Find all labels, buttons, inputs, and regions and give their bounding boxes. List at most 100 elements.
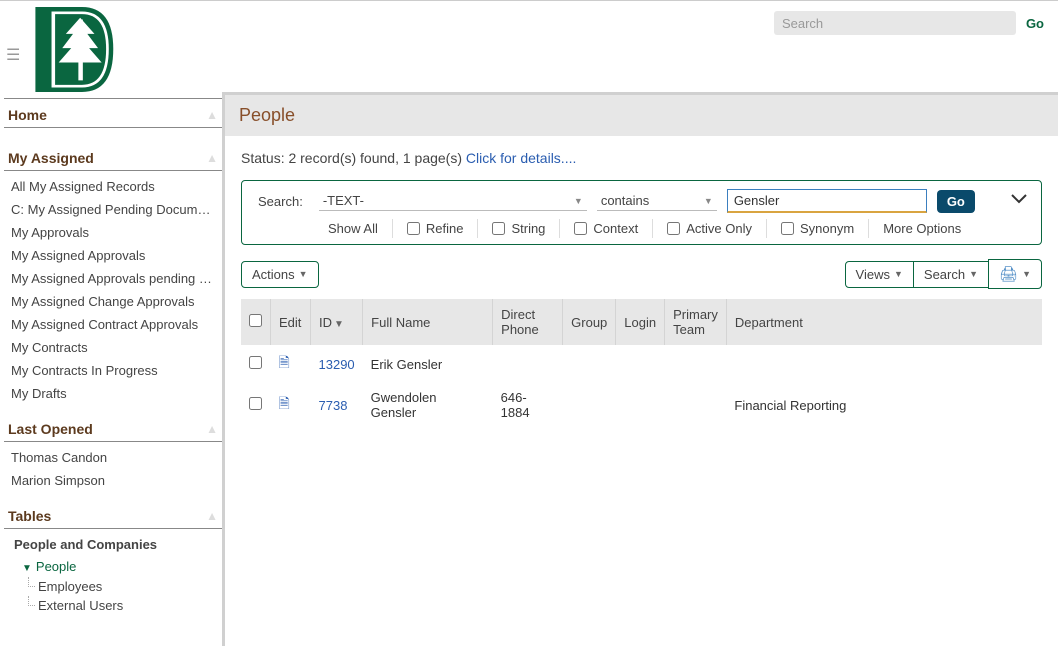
tree-leaf-employees[interactable]: Employees: [4, 577, 222, 596]
th-id[interactable]: ID▼: [311, 299, 363, 345]
synonym-option[interactable]: Synonym: [767, 219, 869, 238]
cell-primary-team: [665, 345, 727, 383]
caret-down-icon: ▼: [894, 269, 903, 279]
toolbar: Actions▼ Views▼ Search▼ 🖨▼: [241, 259, 1042, 289]
th-primary-team[interactable]: Primary Team: [665, 299, 727, 345]
main-area: People Status: 2 record(s) found, 1 page…: [222, 92, 1058, 646]
opt-label: String: [511, 221, 545, 236]
opt-label: Show All: [328, 221, 378, 236]
sidebar-items-last-opened: Thomas Candon Marion Simpson: [4, 442, 222, 500]
cell-direct-phone: 646-1884: [493, 383, 563, 427]
btn-label: Search: [924, 267, 965, 282]
refine-checkbox[interactable]: [407, 222, 420, 235]
chevron-up-icon: ▲: [206, 509, 218, 523]
chevron-up-icon: ▲: [206, 108, 218, 122]
logo: [28, 7, 118, 92]
edit-icon[interactable]: 🗎: [279, 354, 290, 370]
search-operator-select[interactable]: contains ▼: [597, 191, 717, 211]
active-only-option[interactable]: Active Only: [653, 219, 767, 238]
opt-label: Synonym: [800, 221, 854, 236]
sidebar-header-tables[interactable]: Tables ▲: [4, 500, 222, 529]
context-checkbox[interactable]: [574, 222, 587, 235]
search-dropdown-button[interactable]: Search ▼: [913, 261, 989, 288]
refine-option[interactable]: Refine: [393, 219, 479, 238]
th-login[interactable]: Login: [616, 299, 665, 345]
sidebar-item[interactable]: My Contracts: [4, 336, 222, 359]
print-button[interactable]: 🖨▼: [988, 259, 1042, 289]
sidebar-item[interactable]: Marion Simpson: [4, 469, 222, 492]
page-title: People: [225, 95, 1058, 136]
select-all-checkbox[interactable]: [249, 314, 262, 327]
string-checkbox[interactable]: [492, 222, 505, 235]
table-row: 🗎 13290 Erik Gensler: [241, 345, 1042, 383]
cell-department: [726, 345, 1042, 383]
sidebar-item[interactable]: My Approvals: [4, 221, 222, 244]
th-department[interactable]: Department: [726, 299, 1042, 345]
chevron-up-icon: ▲: [206, 422, 218, 436]
synonym-checkbox[interactable]: [781, 222, 794, 235]
tree-node-people[interactable]: ▼People: [4, 556, 222, 577]
show-all-link[interactable]: Show All: [314, 219, 393, 238]
search-field-select[interactable]: -TEXT- ▼: [319, 191, 587, 211]
sidebar: Home ▲ My Assigned ▲ All My Assigned Rec…: [0, 92, 222, 646]
search-value-input[interactable]: [727, 189, 927, 213]
th-edit[interactable]: Edit: [271, 299, 311, 345]
sidebar-tree: People and Companies ▼People Employees E…: [4, 529, 222, 623]
edit-icon[interactable]: 🗎: [279, 395, 290, 411]
views-button[interactable]: Views▼: [845, 261, 914, 288]
sidebar-header-home[interactable]: Home ▲: [4, 98, 222, 128]
global-search-input[interactable]: [774, 11, 1016, 35]
th-direct-phone[interactable]: Direct Phone: [493, 299, 563, 345]
hamburger-icon[interactable]: ☰: [6, 45, 20, 65]
sidebar-item[interactable]: My Assigned Approvals pending 3...: [4, 267, 222, 290]
tree-leaf-external-users[interactable]: External Users: [4, 596, 222, 615]
sidebar-item[interactable]: Thomas Candon: [4, 446, 222, 469]
toolbar-right: Views▼ Search▼ 🖨▼: [846, 259, 1042, 289]
th-group[interactable]: Group: [563, 299, 616, 345]
sidebar-items-my-assigned: All My Assigned Records C: My Assigned P…: [4, 171, 222, 413]
sidebar-item[interactable]: My Drafts: [4, 382, 222, 405]
id-link[interactable]: 7738: [319, 398, 348, 413]
results-table: Edit ID▼ Full Name Direct Phone Group Lo…: [241, 299, 1042, 427]
th-full-name[interactable]: Full Name: [363, 299, 493, 345]
caret-down-icon: ▼: [704, 196, 713, 206]
search-panel: Search: -TEXT- ▼ contains ▼ Go Show All …: [241, 180, 1042, 245]
sidebar-header-last-opened[interactable]: Last Opened ▲: [4, 413, 222, 442]
status-line: Status: 2 record(s) found, 1 page(s) Cli…: [241, 150, 1042, 166]
sidebar-header-my-assigned[interactable]: My Assigned ▲: [4, 142, 222, 171]
context-option[interactable]: Context: [560, 219, 653, 238]
more-options-link[interactable]: More Options: [869, 219, 975, 238]
sidebar-item[interactable]: My Assigned Approvals: [4, 244, 222, 267]
active-only-checkbox[interactable]: [667, 222, 680, 235]
search-go-button[interactable]: Go: [937, 190, 975, 213]
caret-down-icon: ▼: [969, 269, 978, 279]
th-select-all[interactable]: [241, 299, 271, 345]
sidebar-item[interactable]: My Assigned Contract Approvals: [4, 313, 222, 336]
global-search-go[interactable]: Go: [1026, 16, 1044, 31]
print-icon: 🖨: [999, 265, 1018, 283]
sidebar-title: Home: [8, 107, 47, 123]
table-header-row: Edit ID▼ Full Name Direct Phone Group Lo…: [241, 299, 1042, 345]
sidebar-item[interactable]: My Contracts In Progress: [4, 359, 222, 382]
actions-button[interactable]: Actions▼: [241, 261, 319, 288]
cell-full-name: Erik Gensler: [363, 345, 493, 383]
chevron-up-icon: ▲: [206, 151, 218, 165]
tree-root[interactable]: People and Companies: [4, 533, 222, 556]
status-text: Status: 2 record(s) found, 1 page(s): [241, 150, 466, 166]
top-bar: ☰ Go: [0, 0, 1058, 92]
opt-label: Active Only: [686, 221, 752, 236]
cell-group: [563, 345, 616, 383]
sidebar-item[interactable]: All My Assigned Records: [4, 175, 222, 198]
id-link[interactable]: 13290: [319, 357, 355, 372]
string-option[interactable]: String: [478, 219, 560, 238]
row-checkbox[interactable]: [249, 397, 262, 410]
caret-down-icon: ▼: [22, 563, 32, 574]
cell-group: [563, 383, 616, 427]
search-operator-value: contains: [601, 193, 649, 208]
sidebar-item[interactable]: My Assigned Change Approvals: [4, 290, 222, 313]
row-checkbox[interactable]: [249, 356, 262, 369]
expand-search-icon[interactable]: [1011, 191, 1027, 207]
cell-full-name: Gwendolen Gensler: [363, 383, 493, 427]
status-details-link[interactable]: Click for details....: [466, 150, 576, 166]
sidebar-item[interactable]: C: My Assigned Pending Documen...: [4, 198, 222, 221]
